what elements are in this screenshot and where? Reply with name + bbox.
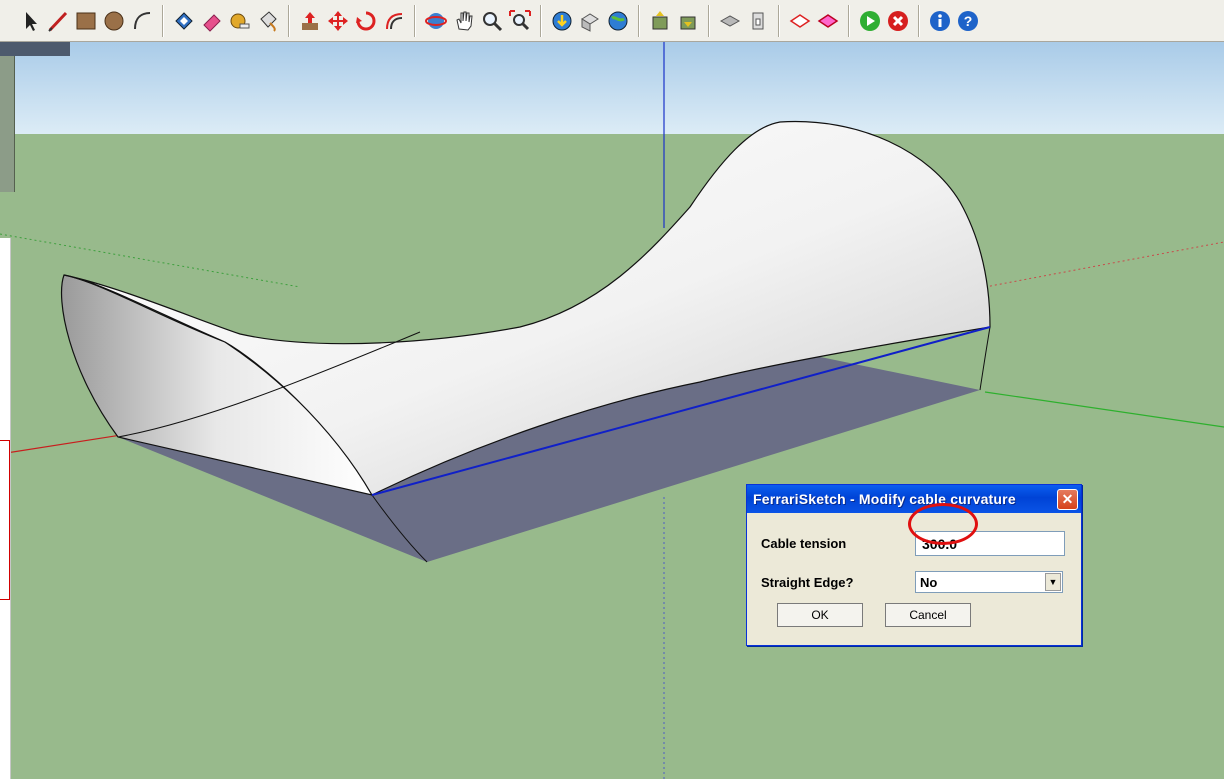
make-component-icon[interactable] — [171, 4, 197, 38]
move-icon[interactable] — [325, 4, 351, 38]
offset-icon[interactable] — [381, 4, 407, 38]
arc-icon[interactable] — [129, 4, 155, 38]
toolbar-separator — [708, 4, 710, 37]
pan-icon[interactable] — [451, 4, 477, 38]
zoom-extents-icon[interactable] — [507, 4, 533, 38]
toolbar-group — [646, 1, 702, 41]
scene-canvas[interactable] — [0, 42, 1224, 779]
toolbar-separator — [848, 4, 850, 37]
close-icon[interactable]: ✕ — [1057, 488, 1078, 510]
share-component-icon[interactable] — [675, 4, 701, 38]
help-icon[interactable]: ? — [955, 4, 981, 38]
straight-edge-label: Straight Edge? — [761, 574, 854, 590]
pencil-icon[interactable] — [45, 4, 71, 38]
svg-text:?: ? — [964, 13, 973, 29]
sky — [0, 42, 1224, 134]
front-view-icon[interactable] — [787, 4, 813, 38]
straight-edge-row: Straight Edge? No ▼ — [761, 571, 1063, 593]
push-pull-icon[interactable] — [297, 4, 323, 38]
toolbar-separator — [288, 4, 290, 37]
straight-edge-select[interactable]: No ▼ — [915, 571, 1063, 593]
toolbar-group — [716, 1, 772, 41]
google-earth-icon[interactable] — [605, 4, 631, 38]
toolbar-separator — [778, 4, 780, 37]
toolbar-group — [422, 1, 534, 41]
ok-button[interactable]: OK — [777, 603, 863, 627]
toolbar-group: ? — [926, 1, 982, 41]
toolbar-separator — [414, 4, 416, 37]
cable-tension-label: Cable tension — [761, 536, 847, 551]
stop-icon[interactable] — [885, 4, 911, 38]
tension-row: Cable tension — [761, 531, 1065, 556]
iso-view-icon[interactable] — [717, 4, 743, 38]
share-model-icon[interactable] — [577, 4, 603, 38]
play-icon[interactable] — [857, 4, 883, 38]
dialog-title: FerrariSketch - Modify cable curvature — [753, 491, 1016, 507]
cable-tension-input[interactable] — [915, 531, 1065, 556]
chevron-down-icon[interactable]: ▼ — [1045, 573, 1061, 591]
rectangle-icon[interactable] — [73, 4, 99, 38]
paint-bucket-icon[interactable] — [255, 4, 281, 38]
tape-measure-icon[interactable] — [227, 4, 253, 38]
dialog-titlebar[interactable]: FerrariSketch - Modify cable curvature ✕ — [747, 485, 1081, 513]
cancel-button[interactable]: Cancel — [885, 603, 971, 627]
circle-icon[interactable] — [101, 4, 127, 38]
select-arrow-icon[interactable] — [17, 4, 43, 38]
toolbar-separator — [638, 4, 640, 37]
eraser-icon[interactable] — [199, 4, 225, 38]
toolbar-group — [296, 1, 408, 41]
model-viewport[interactable] — [0, 42, 1224, 779]
toolbar-separator — [918, 4, 920, 37]
corner-tab — [0, 42, 70, 56]
straight-edge-value: No — [920, 574, 938, 590]
top-view-icon[interactable] — [745, 4, 771, 38]
corner-panel — [0, 42, 15, 192]
toolbar-group — [856, 1, 912, 41]
toolbar-separator — [540, 4, 542, 37]
toolbar-separator — [162, 4, 164, 37]
orbit-icon[interactable] — [423, 4, 449, 38]
toolbar-group — [548, 1, 632, 41]
toolbar-group — [786, 1, 842, 41]
info-icon[interactable] — [927, 4, 953, 38]
red-annotation-bracket — [0, 440, 10, 600]
get-models-icon[interactable] — [549, 4, 575, 38]
toolbar-group — [170, 1, 282, 41]
import-component-icon[interactable] — [647, 4, 673, 38]
zoom-icon[interactable] — [479, 4, 505, 38]
modify-cable-dialog: FerrariSketch - Modify cable curvature ✕… — [746, 484, 1082, 646]
right-view-icon[interactable] — [815, 4, 841, 38]
main-toolbar: ? — [0, 0, 1224, 42]
rotate-icon[interactable] — [353, 4, 379, 38]
toolbar-group — [16, 1, 156, 41]
